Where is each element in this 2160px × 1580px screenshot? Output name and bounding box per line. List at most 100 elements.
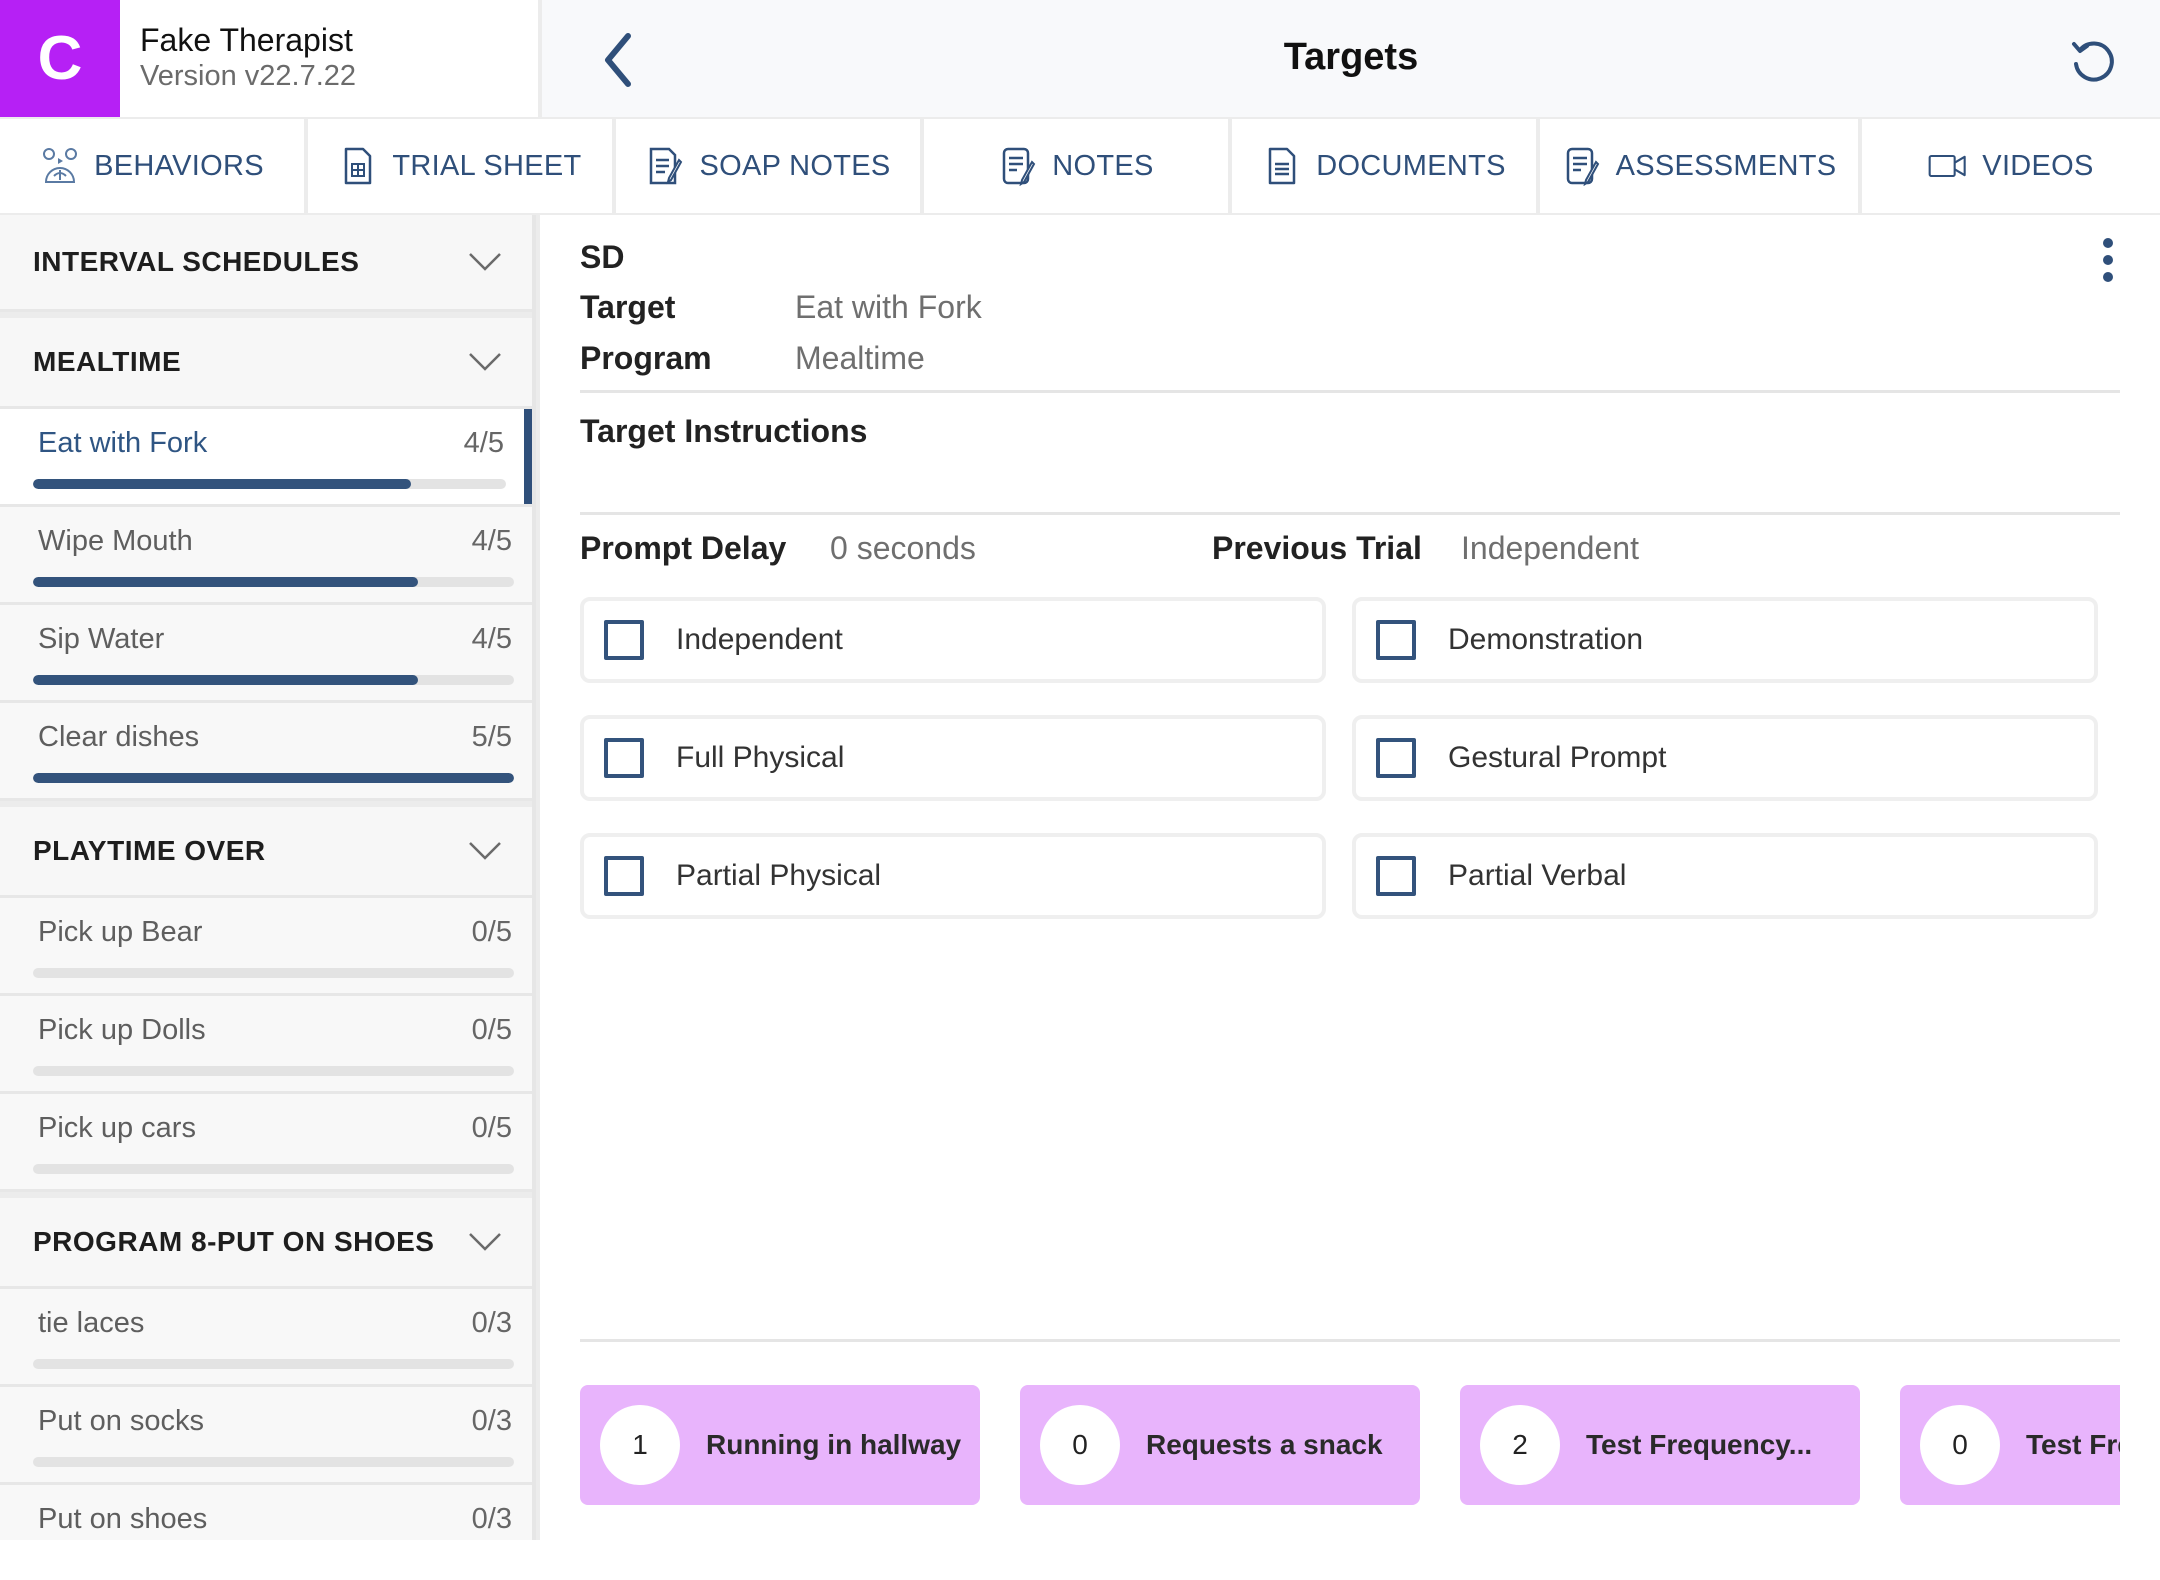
- checkbox[interactable]: [1376, 856, 1416, 896]
- target-count: 4/5: [471, 623, 512, 655]
- target-item-pick-up-dolls[interactable]: Pick up Dolls 0/5: [0, 996, 532, 1094]
- divider: [580, 512, 2120, 515]
- progress-bar: [33, 1457, 514, 1467]
- refresh-button[interactable]: [2066, 34, 2120, 88]
- tab-notes[interactable]: NOTES: [924, 119, 1228, 213]
- prompt-option-gestural-prompt[interactable]: Gestural Prompt: [1352, 715, 2098, 801]
- refresh-icon: [2072, 41, 2114, 82]
- progress-fill: [33, 675, 418, 685]
- app-version: Version v22.7.22: [140, 60, 357, 92]
- target-label: Target: [580, 289, 676, 325]
- progress-bar: [33, 773, 514, 783]
- target-detail-panel: SD Target Eat with Fork Program Mealtime…: [540, 215, 2160, 1540]
- video-camera-icon: [1928, 154, 1967, 178]
- tab-label: TRIAL SHEET: [392, 149, 582, 182]
- divider: [580, 390, 2120, 393]
- group-header-interval-schedules[interactable]: INTERVAL SCHEDULES: [0, 215, 532, 312]
- behavior-label: Test Frequency...: [1586, 1429, 1813, 1460]
- target-item-eat-with-fork[interactable]: Eat with Fork 4/5: [0, 409, 532, 507]
- progress-bar: [33, 675, 514, 685]
- documents-icon: [1268, 147, 1296, 185]
- target-item-pick-up-bear[interactable]: Pick up Bear 0/5: [0, 898, 532, 996]
- target-count: 5/5: [471, 721, 512, 753]
- chevron-down-icon: [469, 353, 501, 371]
- target-label: Put on shoes: [38, 1503, 208, 1535]
- target-label: tie laces: [38, 1307, 145, 1339]
- group-header-mealtime[interactable]: MEALTIME: [0, 312, 532, 409]
- behavior-counter[interactable]: 0 Test Fre: [1900, 1385, 2120, 1505]
- checkbox[interactable]: [1376, 738, 1416, 778]
- soap-notes-icon: [650, 147, 683, 185]
- option-label: Gestural Prompt: [1448, 741, 1667, 774]
- checkbox[interactable]: [604, 856, 644, 896]
- user-name: Fake Therapist: [140, 22, 353, 58]
- program-value: Mealtime: [795, 340, 925, 376]
- top-bar: Targets: [542, 0, 2160, 117]
- tab-soap-notes[interactable]: SOAP NOTES: [616, 119, 920, 213]
- divider: [580, 1339, 2120, 1342]
- tab-bar: BEHAVIORS TRIAL SHEET SOAP NOTES NOTES D…: [0, 119, 2160, 213]
- group-header-playtime-over[interactable]: PLAYTIME OVER: [0, 801, 532, 898]
- prompt-option-partial-verbal[interactable]: Partial Verbal: [1352, 833, 2098, 919]
- target-item-put-on-socks[interactable]: Put on socks 0/3: [0, 1387, 532, 1485]
- behavior-counter[interactable]: 1 Running in hallway: [580, 1385, 980, 1505]
- tab-label: ASSESSMENTS: [1615, 149, 1837, 182]
- target-item-pick-up-cars[interactable]: Pick up cars 0/5: [0, 1094, 532, 1192]
- target-count: 0/5: [471, 1014, 512, 1046]
- behavior-counter[interactable]: 0 Requests a snack: [1020, 1385, 1420, 1505]
- checkbox[interactable]: [1376, 620, 1416, 660]
- target-count: 0/3: [471, 1405, 512, 1437]
- behavior-counter[interactable]: 2 Test Frequency...: [1460, 1385, 1860, 1505]
- option-label: Demonstration: [1448, 623, 1644, 656]
- assessments-icon: [1566, 147, 1599, 186]
- group-title: INTERVAL SCHEDULES: [33, 246, 360, 277]
- app-logo: C: [0, 0, 120, 117]
- target-count: 0/3: [471, 1307, 512, 1339]
- progress-bar: [33, 968, 514, 978]
- tab-assessments[interactable]: ASSESSMENTS: [1540, 119, 1858, 213]
- tab-behaviors[interactable]: BEHAVIORS: [0, 119, 304, 213]
- tab-label: VIDEOS: [1982, 149, 2094, 182]
- checkbox[interactable]: [604, 738, 644, 778]
- behavior-label: Running in hallway: [706, 1429, 962, 1460]
- progress-fill: [33, 577, 418, 587]
- target-item-wipe-mouth[interactable]: Wipe Mouth 4/5: [0, 507, 532, 605]
- progress-fill: [33, 479, 412, 489]
- group-header-program-8[interactable]: PROGRAM 8-PUT ON SHOES: [0, 1192, 532, 1289]
- behavior-count: 2: [1480, 1405, 1560, 1485]
- trial-sheet-icon: [345, 147, 372, 185]
- target-item-tie-laces[interactable]: tie laces 0/3: [0, 1289, 532, 1387]
- program-label: Program: [580, 340, 712, 376]
- tab-videos[interactable]: VIDEOS: [1862, 119, 2160, 213]
- prompt-option-full-physical[interactable]: Full Physical: [580, 715, 1326, 801]
- target-item-clear-dishes[interactable]: Clear dishes 5/5: [0, 703, 532, 801]
- target-label: Put on socks: [38, 1405, 205, 1437]
- behavior-counter-strip: 1 Running in hallway 0 Requests a snack …: [580, 1385, 2120, 1507]
- progress-bar: [33, 1164, 514, 1174]
- prompt-option-independent[interactable]: Independent: [580, 597, 1326, 683]
- behavior-count: 0: [1040, 1405, 1120, 1485]
- tab-label: SOAP NOTES: [699, 149, 891, 182]
- sidebar: INTERVAL SCHEDULES MEALTIME Eat with For…: [0, 215, 536, 1540]
- more-options-icon[interactable]: [2096, 237, 2120, 283]
- prompt-option-partial-physical[interactable]: Partial Physical: [580, 833, 1326, 919]
- sd-label: SD: [580, 239, 625, 275]
- prompt-option-demonstration[interactable]: Demonstration: [1352, 597, 2098, 683]
- tab-label: NOTES: [1052, 149, 1154, 182]
- target-item-sip-water[interactable]: Sip Water 4/5: [0, 605, 532, 703]
- previous-trial-label: Previous Trial: [1212, 530, 1422, 566]
- previous-trial-value: Independent: [1461, 530, 1639, 566]
- tab-trial-sheet[interactable]: TRIAL SHEET: [308, 119, 612, 213]
- chevron-down-icon: [469, 1233, 501, 1251]
- tab-label: BEHAVIORS: [94, 149, 264, 182]
- notes-icon: [1003, 147, 1036, 186]
- user-header: C Fake Therapist Version v22.7.22: [0, 0, 538, 117]
- option-label: Partial Verbal: [1448, 859, 1627, 892]
- target-item-put-on-shoes[interactable]: Put on shoes 0/3: [0, 1485, 532, 1540]
- checkbox[interactable]: [604, 620, 644, 660]
- option-label: Partial Physical: [676, 859, 882, 892]
- tab-documents[interactable]: DOCUMENTS: [1232, 119, 1536, 213]
- group-title: PROGRAM 8-PUT ON SHOES: [33, 1226, 435, 1257]
- progress-bar: [33, 577, 514, 587]
- behavior-count: 1: [600, 1405, 680, 1485]
